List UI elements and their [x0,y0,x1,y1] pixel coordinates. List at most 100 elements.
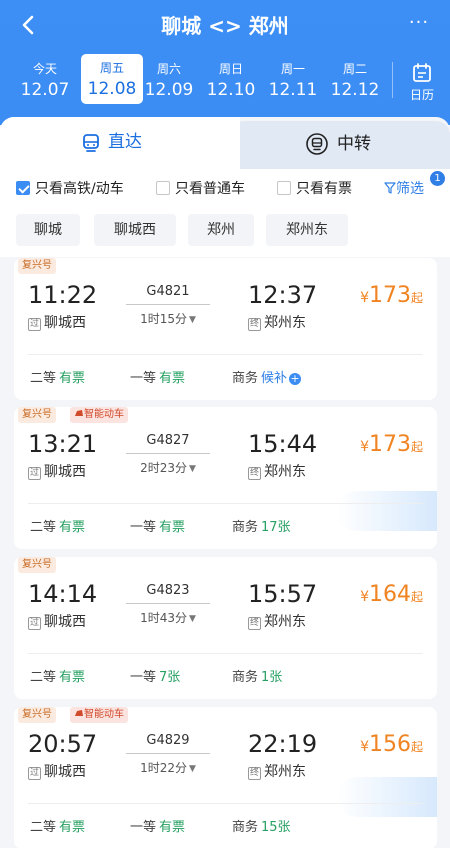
seat-class: 商务 [232,820,259,835]
train-number: G4821 [146,284,190,299]
terminal-mark: 终 [248,467,261,480]
tab-direct[interactable]: 直达 [0,117,240,169]
more-button[interactable]: ··· [404,12,434,36]
duration[interactable]: 1时15分 ▼ [126,310,210,327]
more-dots-icon: ··· [408,12,430,33]
yen-sign: ¥ [360,290,369,306]
caret-down-icon: ▼ [188,764,196,774]
divider [28,503,423,504]
date-weekday: 周六 [156,62,181,76]
date-item[interactable]: 周二 12.12 [324,54,386,106]
terminal-mark: 终 [248,617,261,630]
departure-time: 14:14 [28,580,98,608]
divider [126,453,210,454]
train-card[interactable]: 复兴号 智能动车 20:57 G4829 1时22分 ▼ 22:19 过聊城西 终… [14,707,437,848]
train-number: G4827 [146,433,190,448]
date-item[interactable]: 周六 12.09 [138,54,200,106]
seat-class: 商务 [232,520,259,535]
divider [28,354,423,355]
back-button[interactable] [14,10,44,40]
filter-button[interactable]: 筛选 [384,179,424,199]
header-bar: 聊城 <> 郑州 ··· 今天 12.07 周五 12.08 周六 12.09 … [0,0,450,125]
from-station-name: 聊城西 [44,614,86,630]
calendar-icon [413,63,431,82]
price-value: 156 [368,732,411,757]
seat-status: 有票 [59,820,86,835]
smart-emu-tag: 智能动车 [70,707,128,723]
price-value: 173 [368,283,411,308]
seat-status: 15张 [261,820,291,835]
train-card[interactable]: 复兴号 14:14 G4823 1时43分 ▼ 15:57 过聊城西 终郑州东 ¥… [14,557,437,699]
train-card[interactable]: 复兴号 智能动车 13:21 G4827 2时23分 ▼ 15:44 过聊城西 终… [14,407,437,549]
duration[interactable]: 1时43分 ▼ [126,609,210,626]
pass-mark: 过 [28,467,41,480]
station-chip-zhengzhou-east[interactable]: 郑州东 [266,214,348,246]
calendar-button[interactable]: 日历 [398,58,446,106]
seat-class: 二等 [30,520,57,535]
date-item-today[interactable]: 今天 12.07 [14,54,76,106]
seat-status: 有票 [159,371,186,386]
high-speed-only-checkbox[interactable]: 只看高铁/动车 [16,179,124,201]
date-item[interactable]: 周一 12.11 [262,54,324,106]
duration-text: 1时15分 [140,312,187,326]
station-chip-liaocheng[interactable]: 聊城 [16,214,80,246]
duration-text: 1时43分 [140,611,187,625]
to-station-name: 郑州东 [264,764,306,780]
divider [126,304,210,305]
checkbox-unchecked-icon [277,181,291,195]
seat-class: 一等 [130,371,157,386]
divider [126,603,210,604]
seat-status: 17张 [261,520,291,535]
seat-second-class: 二等 有票 [30,370,85,388]
checkbox-label: 只看高铁/动车 [35,181,124,197]
to-station-name: 郑州东 [264,464,306,480]
funnel-icon [384,182,396,194]
seat-class: 二等 [30,371,57,386]
seat-business-class[interactable]: 商务 候补 + [232,370,302,388]
tab-transfer[interactable]: 中转 [225,121,450,169]
train-card[interactable]: 复兴号 11:22 G4821 1时15分 ▼ 12:37 过聊城西 终郑州东 ¥… [14,258,437,400]
date-weekday: 今天 [32,62,57,76]
seat-class: 一等 [130,520,157,535]
departure-time: 20:57 [28,730,98,758]
seat-status: 有票 [59,520,86,535]
duration-text: 2时23分 [140,461,187,475]
date-item[interactable]: 周日 12.10 [200,54,262,106]
seat-first-class: 一等 有票 [130,519,185,537]
from-station-name: 聊城西 [44,315,86,331]
train-icon [75,410,83,416]
caret-down-icon: ▼ [188,464,196,474]
terminal-mark: 终 [248,318,261,331]
filter-count-badge: 1 [430,171,445,186]
to-station-name: 郑州东 [264,614,306,630]
seat-status: 有票 [59,670,86,685]
seat-status: 有票 [59,371,86,386]
station-chip-liaocheng-west[interactable]: 聊城西 [94,214,176,246]
seat-first-class: 一等 有票 [130,819,185,837]
available-only-checkbox[interactable]: 只看有票 [277,179,352,201]
date-value: 12.07 [20,80,70,100]
divider [28,653,423,654]
duration[interactable]: 1时22分 ▼ [126,759,210,776]
seat-second-class: 二等 有票 [30,519,85,537]
date-value: 12.08 [87,79,137,99]
duration[interactable]: 2时23分 ▼ [126,459,210,476]
normal-train-only-checkbox[interactable]: 只看普通车 [156,179,245,201]
from-station-name: 聊城西 [44,764,86,780]
pass-mark: 过 [28,617,41,630]
tab-label: 中转 [337,134,371,154]
seat-class: 一等 [130,820,157,835]
price: ¥156起 [360,731,423,761]
from-station-name: 聊城西 [44,464,86,480]
seat-status: 1张 [261,670,283,685]
seat-class: 商务 [232,670,259,685]
date-item-selected[interactable]: 周五 12.08 [81,54,143,104]
arrival-time: 22:19 [248,730,318,758]
seat-first-class: 一等 有票 [130,370,185,388]
tab-label: 直达 [108,132,142,152]
filter-bar: 只看高铁/动车 只看普通车 只看有票 筛选 [0,169,450,211]
caret-down-icon: ▼ [188,315,196,325]
seat-class: 一等 [130,670,157,685]
pass-mark: 过 [28,318,41,331]
station-chip-zhengzhou[interactable]: 郑州 [188,214,254,246]
